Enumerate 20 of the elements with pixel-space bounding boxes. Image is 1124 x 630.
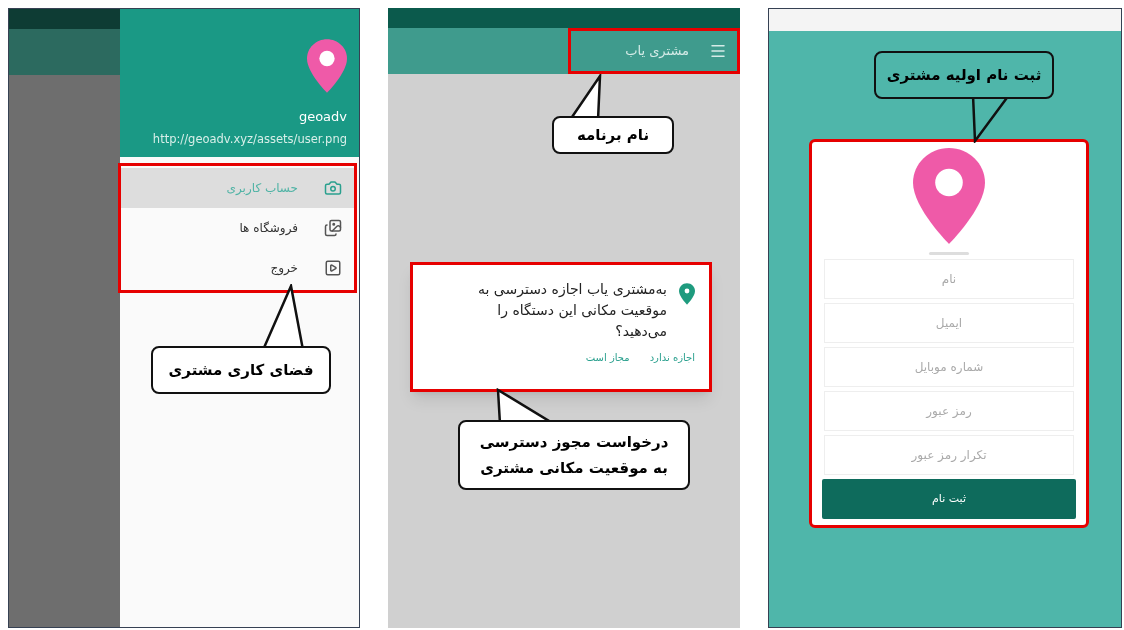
input-field[interactable]: ایمیل (824, 303, 1074, 343)
app-title: مشتری یاب (625, 42, 689, 61)
profile-name: geoadv (298, 108, 347, 126)
dialog-button[interactable]: مجاز است (585, 350, 630, 365)
menu-item-icon (324, 219, 342, 237)
input-field[interactable]: تکرار رمز عبور (824, 435, 1074, 475)
input-field[interactable]: رمز عبور (824, 391, 1074, 431)
drawer-menu-item[interactable]: فروشگاه ها (121, 208, 354, 248)
signup-button[interactable]: ثبت نام (822, 479, 1076, 519)
menu-item-icon (324, 179, 342, 197)
dialog-message: به‌مشتری یاب اجازه دسترسی به موقعیت مکانی این دستگاه را می‌دهید؟ (476, 280, 667, 341)
menu-item-icon (324, 259, 342, 277)
input-field[interactable]: نام (824, 259, 1074, 299)
dialog-button[interactable]: اجازه ندارد (649, 350, 695, 365)
input-field[interactable]: شماره موبایل (824, 347, 1074, 387)
map-pin-icon (679, 283, 695, 305)
drawer-menu-item[interactable]: خروج (121, 248, 354, 288)
map-pin-icon (307, 39, 347, 93)
menu-icon[interactable] (709, 42, 727, 60)
profile-url: http://geoadv.xyz/assets/user.png (152, 130, 347, 148)
